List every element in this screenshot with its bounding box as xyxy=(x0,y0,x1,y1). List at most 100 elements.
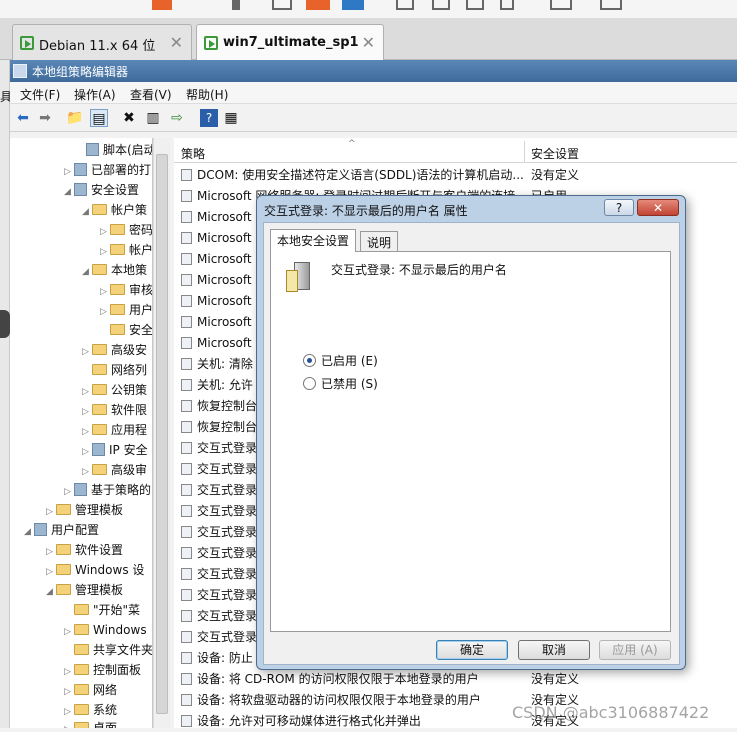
toolbar-icon[interactable] xyxy=(342,0,364,10)
tree-item[interactable]: "开始"菜 xyxy=(64,600,140,620)
tab-explain[interactable]: 说明 xyxy=(360,231,399,251)
back-icon[interactable]: ⬅ xyxy=(14,109,32,127)
forward-icon[interactable]: ➡ xyxy=(36,109,54,127)
option-enabled[interactable]: 已启用 (E) xyxy=(303,352,378,369)
ok-button[interactable]: 确定 xyxy=(436,640,508,660)
tree-item[interactable]: ◢ 本地策 xyxy=(82,260,147,280)
properties-icon[interactable]: ▥ xyxy=(144,109,162,127)
help-button[interactable]: ? xyxy=(604,199,634,216)
expander-icon[interactable]: ▷ xyxy=(64,720,74,728)
tree-item[interactable]: ▷ 软件限 xyxy=(82,400,147,420)
tree-item[interactable]: 网络列 xyxy=(82,360,147,380)
tree-item[interactable]: ▷ 高级审 xyxy=(82,460,147,480)
expander-icon[interactable]: ▷ xyxy=(64,162,74,182)
tree-item[interactable]: ▷ Windows 设 xyxy=(46,560,144,580)
tab-debian[interactable]: Debian 11.x 64 位 ✕ xyxy=(12,24,192,60)
tree-item[interactable]: ▷ 密码 xyxy=(100,220,152,242)
column-divider[interactable] xyxy=(524,141,525,163)
expander-icon[interactable]: ▷ xyxy=(46,502,56,522)
help-icon[interactable]: ? xyxy=(200,109,218,127)
column-header-setting[interactable]: 安全设置 xyxy=(531,145,579,162)
delete-icon[interactable]: ✖ xyxy=(120,109,138,127)
tree-item[interactable]: 共享文件夹 xyxy=(64,640,152,660)
toolbar-icon[interactable] xyxy=(466,0,484,10)
tree-item[interactable]: ▷ 系统 xyxy=(64,700,117,720)
tree-item[interactable]: ▷ 用户 xyxy=(100,300,152,322)
toolbar-icon[interactable] xyxy=(306,0,330,10)
close-button[interactable]: ✕ xyxy=(637,199,679,216)
table-row[interactable]: 设备: 将 CD-ROM 的访问权限仅限于本地登录的用户 没有定义 xyxy=(174,669,737,690)
tree-item-selected[interactable]: 安全 xyxy=(100,320,152,340)
expander-icon[interactable]: ▷ xyxy=(82,342,92,362)
expander-icon[interactable]: ▷ xyxy=(82,382,92,402)
expander-icon[interactable]: ▷ xyxy=(100,302,110,322)
expander-icon[interactable]: ◢ xyxy=(82,262,92,282)
tree-item[interactable]: ▷ 网络 xyxy=(64,680,117,700)
menu-view[interactable]: 查看(V) xyxy=(130,86,172,103)
expander-icon[interactable]: ◢ xyxy=(82,202,92,222)
scroll-thumb[interactable] xyxy=(156,154,168,714)
radio-unselected-icon[interactable] xyxy=(303,377,316,390)
tree-item[interactable]: ▷ 管理模板 xyxy=(46,500,123,520)
expander-icon[interactable]: ◢ xyxy=(46,582,56,602)
diamond-icon[interactable] xyxy=(0,310,10,338)
tree-item[interactable]: ▷ 帐户 xyxy=(100,240,152,262)
tab-win7[interactable]: win7_ultimate_sp1 ✕ xyxy=(196,24,384,60)
expander-icon[interactable]: ▷ xyxy=(82,402,92,422)
tab-local-security-setting[interactable]: 本地安全设置 xyxy=(270,229,357,252)
toolbar-icon[interactable] xyxy=(272,0,292,10)
expander-icon[interactable]: ▷ xyxy=(64,622,74,642)
pause-icon[interactable] xyxy=(152,0,172,10)
tree-item[interactable]: ◢ 帐户策 xyxy=(82,200,147,220)
show-tree-icon[interactable]: ▤ xyxy=(90,109,108,127)
tree-item[interactable]: ▷ 公钥策 xyxy=(82,380,147,400)
tree-item[interactable]: ▷ IP 安全 xyxy=(82,440,148,460)
toolbar-icon[interactable] xyxy=(232,0,240,10)
expander-icon[interactable]: ◢ xyxy=(64,182,74,202)
tree-item[interactable]: ▷ Windows xyxy=(64,620,147,640)
tree-item[interactable]: ▷ 桌面 xyxy=(64,718,117,728)
expander-icon[interactable]: ▷ xyxy=(64,682,74,702)
tree-item[interactable]: ▷ 基于策略的 xyxy=(64,480,151,500)
expander-icon[interactable]: ▷ xyxy=(46,542,56,562)
radio-selected-icon[interactable] xyxy=(303,354,316,367)
tree-item[interactable]: ▷ 高级安 xyxy=(82,340,147,360)
tree-item[interactable]: ▷ 软件设置 xyxy=(46,540,123,560)
tree-item[interactable]: 脚本(启动/ xyxy=(76,140,152,160)
tree-item[interactable]: ◢ 安全设置 xyxy=(64,180,139,200)
view-icon[interactable]: ▦ xyxy=(222,109,240,127)
menu-file[interactable]: 文件(F) xyxy=(20,86,60,103)
tree-item[interactable]: ▷ 审核 xyxy=(100,280,152,302)
expander-icon[interactable]: ▷ xyxy=(100,222,110,242)
export-icon[interactable]: ⇨ xyxy=(168,109,186,127)
menu-action[interactable]: 操作(A) xyxy=(74,86,116,103)
close-icon[interactable]: ✕ xyxy=(362,33,375,52)
close-icon[interactable]: ✕ xyxy=(170,33,183,52)
expander-icon[interactable]: ▷ xyxy=(64,662,74,682)
cancel-button[interactable]: 取消 xyxy=(518,640,590,660)
expander-icon[interactable]: ▷ xyxy=(82,462,92,482)
toolbar-icon[interactable] xyxy=(500,0,514,10)
tree-item[interactable]: ▷ 应用程 xyxy=(82,420,147,440)
expander-icon[interactable]: ▷ xyxy=(100,282,110,302)
option-disabled[interactable]: 已禁用 (S) xyxy=(303,375,378,392)
expander-icon[interactable]: ◢ xyxy=(24,522,34,542)
table-row[interactable]: DCOM: 使用安全描述符定义语言(SDDL)语法的计算机启动... 没有定义 xyxy=(174,165,737,186)
tree-item[interactable]: ◢ 用户配置 xyxy=(24,520,99,540)
expander-icon[interactable]: ▷ xyxy=(100,242,110,262)
expander-icon[interactable]: ▷ xyxy=(46,562,56,582)
menu-help[interactable]: 帮助(H) xyxy=(186,86,228,103)
column-header-policy[interactable]: 策略 xyxy=(181,145,205,162)
up-folder-icon[interactable]: 📁 xyxy=(66,109,84,127)
toolbar-icon[interactable] xyxy=(432,0,450,10)
expander-icon[interactable]: ▷ xyxy=(64,482,74,502)
tree-item[interactable]: ◢ 管理模板 xyxy=(46,580,123,600)
tree-item[interactable]: ▷ 控制面板 xyxy=(64,660,141,680)
toolbar-icon[interactable] xyxy=(396,0,414,10)
apply-button[interactable]: 应用 (A) xyxy=(599,640,671,660)
tree-scrollbar[interactable] xyxy=(153,138,170,728)
expander-icon[interactable]: ▷ xyxy=(82,442,92,462)
expander-icon[interactable]: ▷ xyxy=(82,422,92,442)
toolbar-icon[interactable] xyxy=(600,0,622,10)
toolbar-icon[interactable] xyxy=(550,0,572,10)
